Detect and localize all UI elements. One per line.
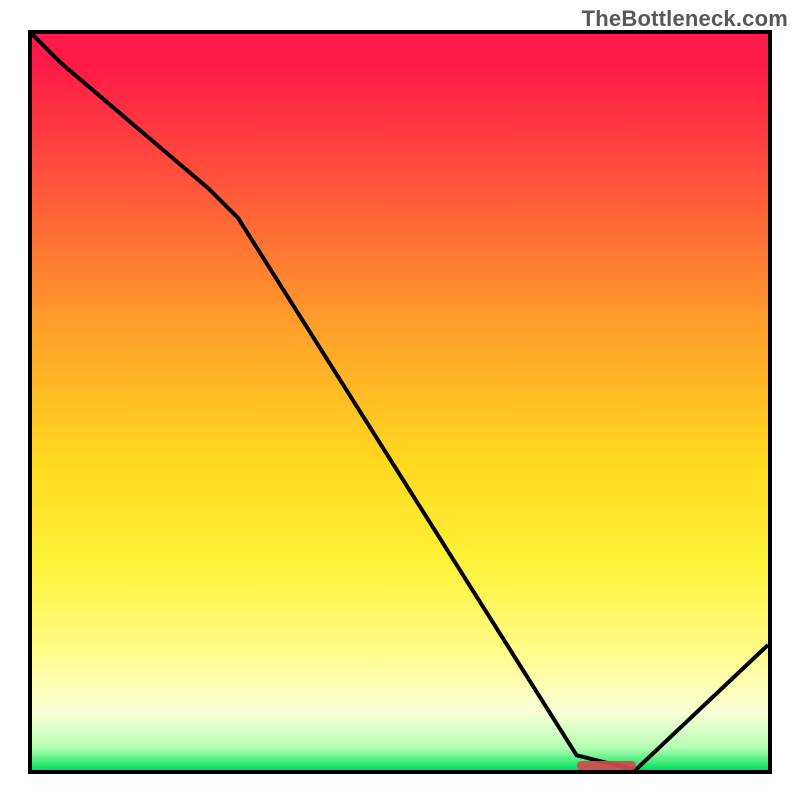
chart-curve-svg [32,34,768,770]
chart-plot-area [28,30,772,774]
bottleneck-curve-line [32,34,768,770]
attribution-text: TheBottleneck.com [582,6,788,32]
optimal-range-marker [577,761,636,770]
